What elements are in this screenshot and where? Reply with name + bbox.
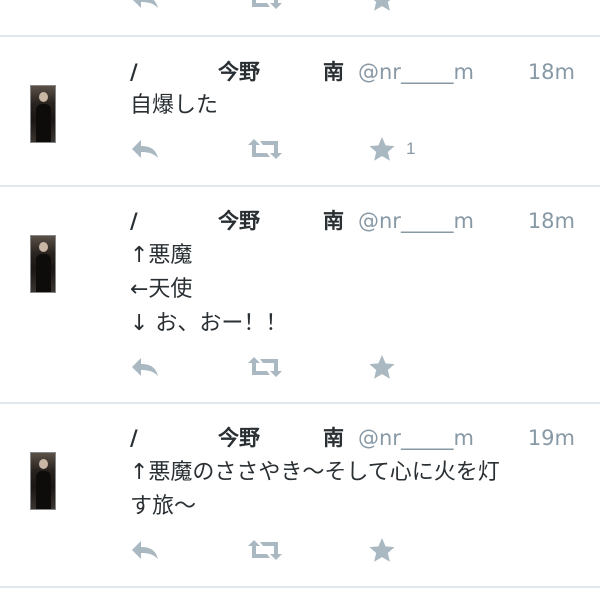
retweet-button[interactable] xyxy=(247,352,283,382)
reply-button[interactable] xyxy=(130,352,160,382)
reply-icon xyxy=(130,356,160,378)
display-name-part[interactable]: / xyxy=(130,206,138,236)
tweet-timestamp[interactable]: 18m xyxy=(528,57,575,87)
reply-icon xyxy=(130,138,160,160)
tweet-header: / 今野 南 @nr_____m 18m xyxy=(130,206,580,236)
tweet-actions: 1 xyxy=(0,134,600,164)
display-name-part[interactable]: 今野 xyxy=(218,206,260,236)
favorite-button[interactable] xyxy=(368,535,396,565)
tweet-text: 自爆した xyxy=(130,93,219,118)
display-name-part[interactable]: / xyxy=(130,57,138,87)
avatar[interactable] xyxy=(30,452,56,510)
retweet-button[interactable] xyxy=(247,535,283,565)
retweet-icon xyxy=(247,0,283,10)
display-name-part[interactable]: 今野 xyxy=(218,423,260,453)
tweet-text: ↑悪魔のささやき〜そして心に火を灯 す旅〜 xyxy=(130,460,500,519)
timeline: / 今野 南 @nr_____m 18m 自爆した 1 / 今野 南 @nr__… xyxy=(0,0,600,600)
favorite-button[interactable] xyxy=(368,0,396,14)
reply-button[interactable] xyxy=(130,134,160,164)
reply-button[interactable] xyxy=(130,535,160,565)
display-name-part[interactable]: 南 xyxy=(323,206,344,236)
tweet-divider xyxy=(0,586,600,588)
user-handle[interactable]: @nr_____m xyxy=(358,423,474,453)
retweet-button[interactable] xyxy=(247,134,283,164)
reply-icon xyxy=(130,0,160,10)
tweet-item[interactable]: / 今野 南 @nr_____m 18m 自爆した 1 xyxy=(0,37,600,185)
display-name-part[interactable]: 南 xyxy=(323,423,344,453)
tweet-timestamp[interactable]: 19m xyxy=(528,423,575,453)
favorite-button[interactable]: 1 xyxy=(368,134,415,164)
favorite-icon xyxy=(368,537,396,563)
retweet-icon xyxy=(247,356,283,378)
reply-icon xyxy=(130,539,160,561)
retweet-button[interactable] xyxy=(247,0,283,14)
tweet-actions xyxy=(0,352,600,382)
tweet-item[interactable]: / 今野 南 @nr_____m 18m ↑悪魔 ←天使 ↓ お、おー！！ xyxy=(0,187,600,402)
display-name-part[interactable]: 南 xyxy=(323,57,344,87)
tweet-header: / 今野 南 @nr_____m 18m xyxy=(130,57,580,87)
favorite-button[interactable] xyxy=(368,352,396,382)
display-name-part[interactable]: / xyxy=(130,423,138,453)
tweet-header: / 今野 南 @nr_____m 19m xyxy=(130,423,580,453)
tweet-timestamp[interactable]: 18m xyxy=(528,206,575,236)
reply-button[interactable] xyxy=(130,0,160,14)
retweet-icon xyxy=(247,539,283,561)
favorite-count: 1 xyxy=(406,139,416,158)
favorite-icon xyxy=(368,354,396,380)
display-name-part[interactable]: 今野 xyxy=(218,57,260,87)
tweet-text: ↑悪魔 ←天使 ↓ お、おー！！ xyxy=(130,243,288,336)
tweet-item[interactable]: / 今野 南 @nr_____m 19m ↑悪魔のささやき〜そして心に火を灯 す… xyxy=(0,404,600,584)
previous-tweet-actions xyxy=(0,0,600,14)
user-handle[interactable]: @nr_____m xyxy=(358,206,474,236)
avatar[interactable] xyxy=(30,235,56,293)
retweet-icon xyxy=(247,138,283,160)
tweet-actions xyxy=(0,535,600,565)
favorite-icon xyxy=(368,0,396,12)
user-handle[interactable]: @nr_____m xyxy=(358,57,474,87)
favorite-icon xyxy=(368,136,396,162)
